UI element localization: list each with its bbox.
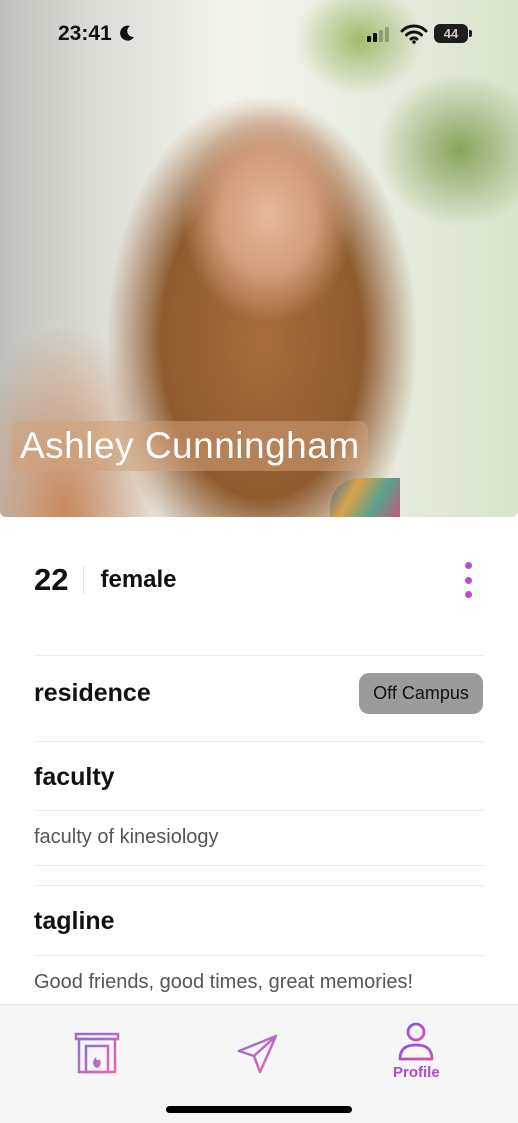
faculty-value: faculty of kinesiology [34, 826, 219, 848]
divider [34, 955, 484, 956]
battery-icon: 44 [434, 24, 472, 43]
divider [34, 655, 484, 656]
profile-age: 22 [34, 562, 69, 597]
profile-gender: female [100, 566, 177, 593]
basics-divider [83, 566, 85, 594]
profile-name: Ashley Cunningham [12, 421, 368, 471]
tab-home[interactable] [74, 1032, 120, 1074]
tab-profile[interactable]: Profile [393, 1020, 440, 1081]
photo-detail [330, 478, 400, 517]
residence-title: residence [34, 679, 151, 707]
more-options-button[interactable] [460, 562, 476, 598]
status-bar: 23:41 44 [0, 0, 518, 70]
tagline-value: Good friends, good times, great memories… [34, 971, 414, 993]
person-icon [398, 1022, 434, 1061]
divider [34, 885, 484, 886]
status-time: 23:41 [58, 22, 112, 45]
home-indicator[interactable] [166, 1106, 352, 1113]
divider [34, 865, 484, 866]
wifi-icon [400, 24, 428, 44]
profile-basics: 22 female [34, 560, 484, 600]
moon-icon [120, 25, 134, 41]
faculty-title: faculty [34, 763, 115, 791]
divider [34, 741, 484, 742]
divider [34, 810, 484, 811]
send-icon [237, 1034, 278, 1074]
fireplace-icon [74, 1032, 120, 1074]
residence-badge: Off Campus [359, 673, 483, 714]
tagline-title: tagline [34, 907, 115, 935]
signal-icon [367, 27, 389, 42]
tab-messages[interactable] [236, 1032, 280, 1076]
photo-shading [0, 317, 160, 517]
tab-profile-label: Profile [393, 1064, 440, 1081]
battery-level: 44 [443, 26, 459, 41]
